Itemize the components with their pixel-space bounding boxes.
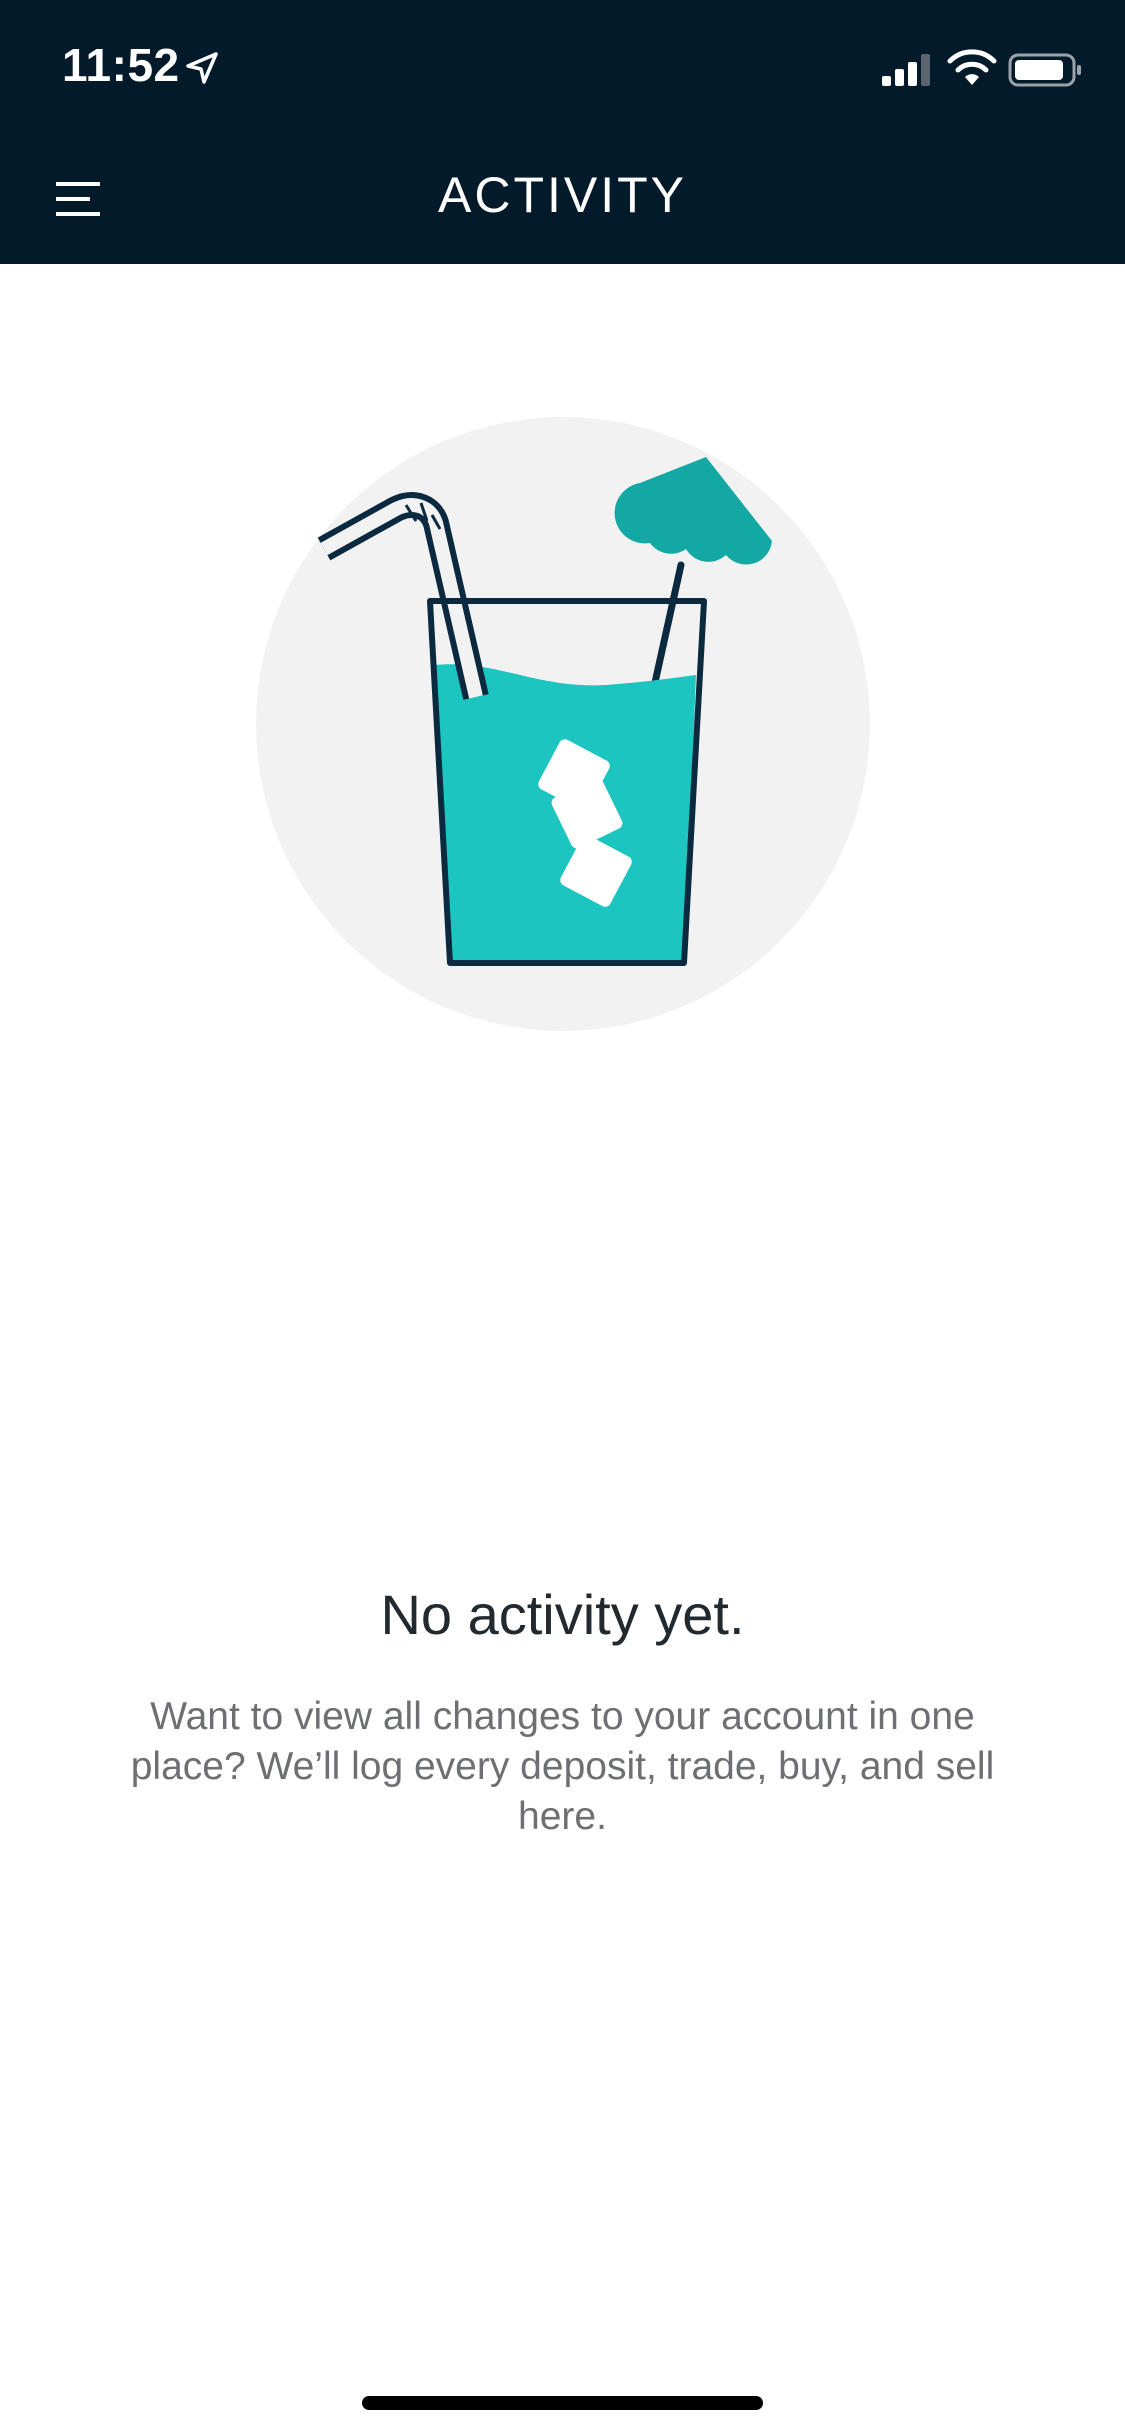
empty-state-title: No activity yet. [380,1583,745,1646]
top-navigation-bar: 11:52 ACTIVITY [0,0,1125,264]
location-arrow-icon [186,52,218,84]
status-time: 11:52 [62,39,180,91]
cellular-signal-icon [882,54,930,86]
wifi-icon [947,49,997,85]
empty-state-description: Want to view all changes to your account… [130,1695,995,1838]
battery-icon [1008,53,1081,87]
home-indicator[interactable] [362,2396,763,2410]
page-title: ACTIVITY [437,167,688,223]
drink-glass-illustration [256,417,870,1031]
